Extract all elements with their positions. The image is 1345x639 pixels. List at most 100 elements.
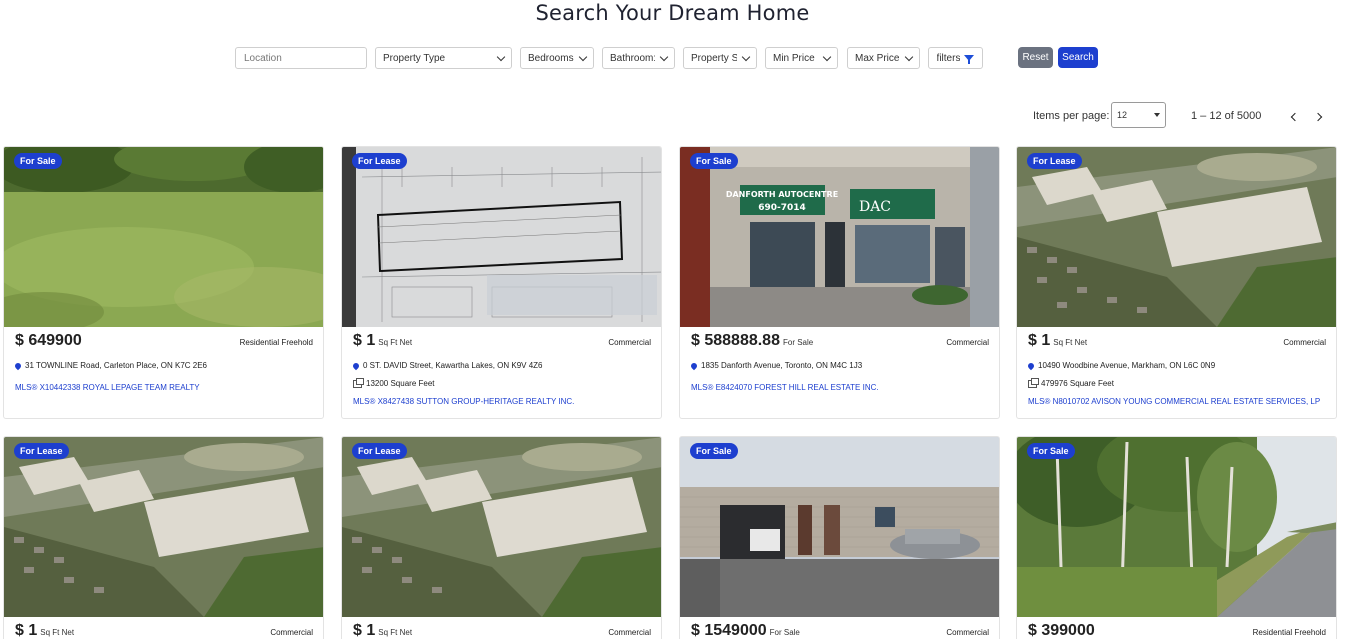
filter-icon: [964, 55, 975, 64]
chevron-down-icon: [659, 52, 669, 61]
listing-price: $ 1 Sq Ft Net: [353, 622, 412, 639]
listing-price: $ 1 Sq Ft Net: [15, 622, 74, 639]
property-type-label: Property Type: [383, 52, 446, 64]
mls-link[interactable]: MLS® N8010702 AVISON YOUNG COMMERCIAL RE…: [1028, 397, 1320, 406]
listing-status-badge: For Sale: [1027, 443, 1075, 459]
price-unit: Sq Ft Net: [378, 338, 413, 347]
mls-link[interactable]: MLS® X10442338 ROYAL LEPAGE TEAM REALTY: [15, 383, 200, 392]
property-type: Commercial: [608, 338, 651, 347]
page-range: 1 – 12 of 5000: [1191, 110, 1262, 122]
property-type: Commercial: [946, 628, 989, 637]
area-icon: [353, 377, 364, 388]
price-value: $ 1: [1028, 332, 1051, 349]
previous-page-button[interactable]: [1286, 110, 1300, 124]
listing-photo[interactable]: For Sale: [1017, 437, 1336, 617]
listing-area: 13200 Square Feet: [353, 377, 435, 388]
listing-card[interactable]: For Sale $ 399000 Residential Freehold: [1016, 436, 1337, 639]
price-unit: For Sale: [769, 628, 800, 637]
property-type-select[interactable]: Property Type: [375, 47, 512, 69]
listing-card[interactable]: For Lease $ 1 Sq Ft Net Commercial: [3, 436, 324, 639]
chevron-down-icon: [496, 52, 506, 61]
max-price-label: Max Price: [855, 52, 900, 64]
location-pin-icon: [689, 361, 699, 370]
location-input[interactable]: [235, 47, 367, 69]
listing-photo[interactable]: For Lease: [342, 147, 661, 327]
address-text: 31 TOWNLINE Road, Carleton Place, ON K7C…: [25, 361, 208, 370]
price-unit: Sq Ft Net: [1053, 338, 1088, 347]
price-value: $ 1: [353, 332, 376, 349]
store-phone-sign: 690-7014: [758, 203, 806, 213]
min-price-select[interactable]: Min Price: [765, 47, 838, 69]
chevron-left-icon: [1290, 112, 1299, 122]
paginator: Items per page: 12 1 – 12 of 5000: [0, 102, 1345, 128]
price-value: $ 1: [15, 622, 38, 639]
listing-card[interactable]: For Sale $ 649900 Residential Freehold 3…: [3, 146, 324, 419]
listing-price: $ 649900: [15, 332, 85, 350]
property-type: Residential Freehold: [1252, 628, 1326, 637]
listing-address: 1835 Danforth Avenue, Toronto, ON M4C 1J…: [689, 361, 863, 370]
price-unit: Sq Ft Net: [40, 628, 75, 637]
min-price-label: Min Price: [773, 52, 815, 64]
page-title: Search Your Dream Home: [535, 1, 810, 25]
price-unit: For Sale: [782, 338, 814, 347]
address-text: 0 ST. DAVID Street, Kawartha Lakes, ON K…: [363, 361, 543, 370]
address-text: 1835 Danforth Avenue, Toronto, ON M4C 1J…: [701, 361, 863, 370]
chevron-down-icon: [741, 52, 751, 61]
listing-price: $ 399000: [1028, 622, 1098, 639]
bathrooms-label: Bathroom:: [610, 52, 655, 64]
listing-card[interactable]: For Lease $ 1 Sq Ft Net Commercial: [341, 436, 662, 639]
mls-link[interactable]: MLS® X8427438 SUTTON GROUP-HERITAGE REAL…: [353, 397, 574, 406]
listing-price: $ 1549000 For Sale: [691, 622, 800, 639]
dropdown-arrow-icon: [1154, 113, 1160, 117]
listing-address: 31 TOWNLINE Road, Carleton Place, ON K7C…: [13, 361, 208, 370]
listing-photo[interactable]: For Lease: [342, 437, 661, 617]
store-logo-sign: DAC: [859, 199, 891, 215]
filters-label: filters: [936, 52, 961, 64]
address-text: 10490 Woodbine Avenue, Markham, ON L6C 0…: [1038, 361, 1216, 370]
property-status-label: Property S: [691, 52, 737, 64]
listing-card[interactable]: DANFORTH AUTOCENTRE 690-7014 DAC For Sal…: [679, 146, 1000, 419]
location-pin-icon: [1026, 361, 1036, 370]
area-icon: [1028, 377, 1039, 388]
chevron-right-icon: [1313, 112, 1322, 122]
store-name-sign: DANFORTH AUTOCENTRE: [726, 190, 838, 199]
search-button[interactable]: Search: [1058, 47, 1098, 68]
property-type: Residential Freehold: [239, 338, 313, 347]
property-type: Commercial: [1283, 338, 1326, 347]
listing-address: 0 ST. DAVID Street, Kawartha Lakes, ON K…: [351, 361, 543, 370]
listing-photo[interactable]: For Lease: [4, 437, 323, 617]
price-value: $ 1549000: [691, 622, 767, 639]
listing-photo[interactable]: For Lease: [1017, 147, 1336, 327]
bathrooms-select[interactable]: Bathroom:: [602, 47, 675, 69]
filters-button[interactable]: filters: [928, 47, 983, 69]
items-per-page-value: 12: [1117, 110, 1128, 120]
listing-status-badge: For Lease: [1027, 153, 1082, 169]
listing-photo[interactable]: DANFORTH AUTOCENTRE 690-7014 DAC For Sal…: [680, 147, 999, 327]
listing-price: $ 1 Sq Ft Net: [353, 332, 412, 350]
next-page-button[interactable]: [1312, 110, 1326, 124]
listing-card[interactable]: For Lease $ 1 Sq Ft Net Commercial 0 ST. …: [341, 146, 662, 419]
property-status-select[interactable]: Property S: [683, 47, 757, 69]
items-per-page-select[interactable]: 12: [1111, 102, 1166, 128]
price-value: $ 399000: [1028, 622, 1095, 639]
property-type: Commercial: [608, 628, 651, 637]
bedrooms-select[interactable]: Bedrooms: [520, 47, 594, 69]
listing-status-badge: For Lease: [352, 153, 407, 169]
listing-price: $ 1 Sq Ft Net: [1028, 332, 1087, 350]
listing-status-badge: For Sale: [690, 153, 738, 169]
mls-link[interactable]: MLS® E8424070 FOREST HILL REAL ESTATE IN…: [691, 383, 879, 392]
listing-status-badge: For Sale: [690, 443, 738, 459]
price-value: $ 588888.88: [691, 332, 780, 349]
listing-address: 10490 Woodbine Avenue, Markham, ON L6C 0…: [1026, 361, 1216, 370]
location-pin-icon: [13, 361, 23, 370]
filter-bar: Property Type Bedrooms Bathroom: Propert…: [0, 47, 1345, 69]
max-price-select[interactable]: Max Price: [847, 47, 920, 69]
listing-status-badge: For Lease: [14, 443, 69, 459]
reset-button[interactable]: Reset: [1018, 47, 1053, 68]
listing-photo[interactable]: For Sale: [680, 437, 999, 617]
listing-card[interactable]: For Lease $ 1 Sq Ft Net Commercial 10490 …: [1016, 146, 1337, 419]
listing-card[interactable]: For Sale $ 1549000 For Sale Commercial: [679, 436, 1000, 639]
items-per-page-label: Items per page:: [1033, 110, 1110, 122]
price-value: $ 649900: [15, 332, 82, 349]
listing-photo[interactable]: For Sale: [4, 147, 323, 327]
